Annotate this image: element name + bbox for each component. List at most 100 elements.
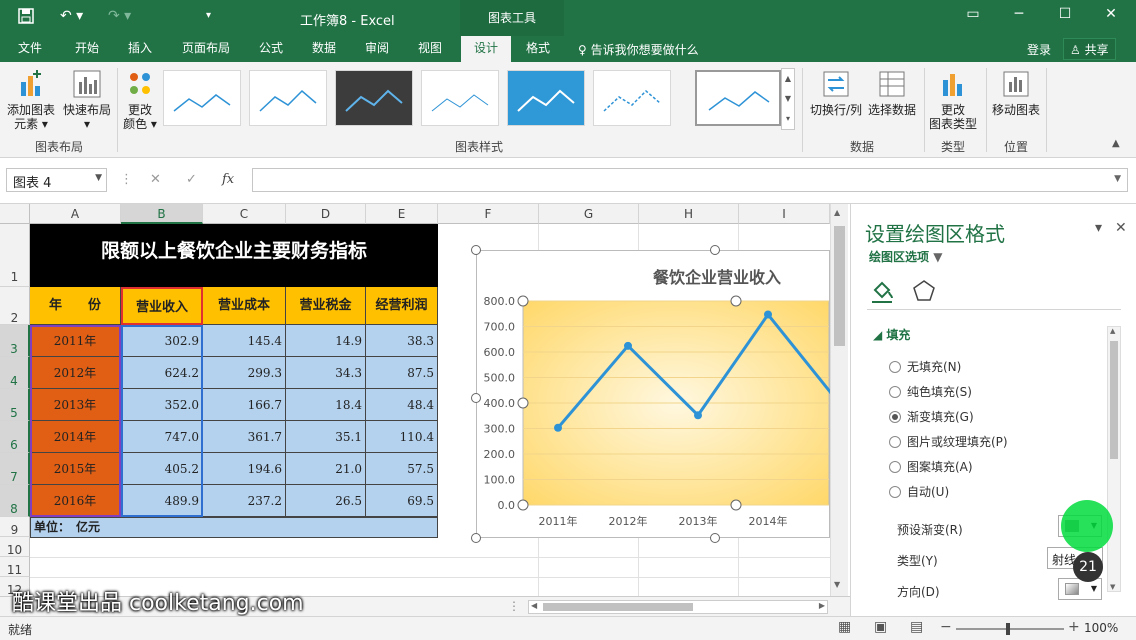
table-cell[interactable]: 69.5 xyxy=(366,485,438,517)
scroll-right-icon[interactable]: ▶ xyxy=(819,601,825,610)
effects-icon[interactable] xyxy=(911,278,937,307)
undo-icon[interactable]: ↶ ▾ xyxy=(60,8,83,24)
radio-button[interactable] xyxy=(889,486,901,498)
table-cell[interactable]: 18.4 xyxy=(286,389,366,421)
radio-solid-fill[interactable]: 纯色填充(S) xyxy=(889,383,972,400)
collapse-ribbon-icon[interactable]: ▲ xyxy=(1112,138,1120,149)
pane-scroll-thumb[interactable] xyxy=(1110,341,1118,459)
table-cell[interactable]: 624.2 xyxy=(121,357,203,389)
expand-formula-icon[interactable]: ▼ xyxy=(1114,174,1121,184)
page-layout-view-icon[interactable]: ▣ xyxy=(874,619,887,635)
radio-no-fill[interactable]: 无填充(N) xyxy=(889,358,961,375)
table-cell[interactable]: 299.3 xyxy=(203,357,286,389)
chart-style-6[interactable] xyxy=(593,70,671,126)
col-header-b[interactable]: B xyxy=(121,204,203,224)
customize-toolbar-icon[interactable]: ▾ xyxy=(206,10,211,21)
table-cell[interactable]: 237.2 xyxy=(203,485,286,517)
change-chart-type-button[interactable]: 更改 图表类型 xyxy=(926,68,980,131)
tab-view[interactable]: 视图 xyxy=(414,36,446,62)
pane-options-icon[interactable]: ▾ xyxy=(1095,220,1102,236)
data-point[interactable] xyxy=(694,411,702,420)
unit-note[interactable]: 单位： 亿元 xyxy=(30,517,438,538)
tab-home[interactable]: 开始 xyxy=(71,36,103,62)
save-icon[interactable] xyxy=(18,8,34,28)
row-header-11[interactable]: 11 xyxy=(0,557,30,577)
chart-resize-handle[interactable] xyxy=(471,393,481,403)
normal-view-icon[interactable]: ▦ xyxy=(838,619,851,635)
table-cell[interactable]: 48.4 xyxy=(366,389,438,421)
data-point[interactable] xyxy=(554,423,562,432)
tab-data[interactable]: 数据 xyxy=(308,36,340,62)
col-header-d[interactable]: D xyxy=(286,204,366,224)
chart-style-5[interactable] xyxy=(507,70,585,126)
change-colors-button[interactable]: 更改 颜色 ▾ xyxy=(120,68,160,131)
enter-icon[interactable]: ✓ xyxy=(186,172,197,187)
page-break-view-icon[interactable]: ▤ xyxy=(910,619,923,635)
row-header-2[interactable]: 2 xyxy=(0,287,30,325)
radio-button[interactable] xyxy=(889,386,901,398)
chart-style-1[interactable] xyxy=(163,70,241,126)
redo-icon[interactable]: ↷ ▾ xyxy=(108,8,131,24)
header-cell-cost[interactable]: 营业成本 xyxy=(203,287,286,325)
row-header-6[interactable]: 6 xyxy=(0,421,30,453)
zoom-slider-thumb[interactable] xyxy=(1006,623,1010,635)
table-cell[interactable]: 302.9 xyxy=(121,325,203,357)
chart-style-4[interactable] xyxy=(421,70,499,126)
chart-resize-handle[interactable] xyxy=(471,533,481,543)
table-cell[interactable]: 747.0 xyxy=(121,421,203,453)
add-chart-element-button[interactable]: 添加图表 元素 ▾ xyxy=(4,68,58,131)
table-cell[interactable]: 2011年 xyxy=(30,325,121,357)
tab-insert[interactable]: 插入 xyxy=(124,36,156,62)
table-cell[interactable]: 2012年 xyxy=(30,357,121,389)
scroll-up-icon[interactable]: ▲ xyxy=(1110,327,1115,335)
formula-input[interactable]: ▼ xyxy=(252,168,1128,192)
fill-line-icon[interactable] xyxy=(869,278,895,307)
ribbon-display-options-icon[interactable]: ▭ xyxy=(958,6,988,22)
row-header-10[interactable]: 10 xyxy=(0,537,30,557)
chart-style-7[interactable] xyxy=(695,70,781,126)
table-cell[interactable]: 26.5 xyxy=(286,485,366,517)
table-cell[interactable]: 87.5 xyxy=(366,357,438,389)
select-all-corner[interactable] xyxy=(0,204,30,224)
col-header-h[interactable]: H xyxy=(639,204,739,224)
table-cell[interactable]: 38.3 xyxy=(366,325,438,357)
col-header-c[interactable]: C xyxy=(203,204,286,224)
tab-format[interactable]: 格式 xyxy=(522,36,554,62)
vertical-scroll-thumb[interactable] xyxy=(834,226,845,346)
radio-button-checked[interactable] xyxy=(889,411,901,423)
data-point[interactable] xyxy=(624,341,632,350)
zoom-level[interactable]: 100% xyxy=(1084,621,1118,635)
scroll-down-icon[interactable]: ▼ xyxy=(834,580,840,589)
table-cell[interactable]: 166.7 xyxy=(203,389,286,421)
minimize-icon[interactable]: ─ xyxy=(1004,6,1034,22)
header-cell-year[interactable]: 年 份 xyxy=(30,287,121,325)
line-chart[interactable]: 0.0 100.0 200.0 300.0 400.0 500.0 600.0 700.0 80… xyxy=(476,250,845,538)
header-cell-tax[interactable]: 营业税金 xyxy=(286,287,366,325)
radio-pattern-fill[interactable]: 图案填充(A) xyxy=(889,458,973,475)
radio-button[interactable] xyxy=(889,461,901,473)
tab-formulas[interactable]: 公式 xyxy=(255,36,287,62)
header-cell-revenue[interactable]: 营业收入 xyxy=(121,287,203,325)
row-header-1[interactable]: 1 xyxy=(0,224,30,287)
tab-review[interactable]: 审阅 xyxy=(361,36,393,62)
scroll-down-icon[interactable]: ▼ xyxy=(1110,583,1115,591)
gradient-direction-dropdown[interactable]: ▼ xyxy=(1058,578,1102,600)
row-header-8[interactable]: 8 xyxy=(0,485,30,517)
table-cell[interactable]: 194.6 xyxy=(203,453,286,485)
row-header-7[interactable]: 7 xyxy=(0,453,30,485)
tab-design[interactable]: 设计 xyxy=(461,36,511,62)
table-cell[interactable]: 489.9 xyxy=(121,485,203,517)
zoom-in-icon[interactable]: + xyxy=(1068,619,1080,635)
col-header-g[interactable]: G xyxy=(539,204,639,224)
horizontal-scroll-thumb[interactable] xyxy=(543,603,693,611)
chart-resize-handle[interactable] xyxy=(471,245,481,255)
col-header-e[interactable]: E xyxy=(366,204,438,224)
data-point[interactable] xyxy=(764,310,772,319)
row-header-5[interactable]: 5 xyxy=(0,389,30,421)
col-header-i[interactable]: I xyxy=(739,204,830,224)
tab-file[interactable]: 文件 xyxy=(14,36,46,62)
scroll-left-icon[interactable]: ◀ xyxy=(531,601,537,610)
chart-style-3[interactable] xyxy=(335,70,413,126)
tab-page-layout[interactable]: 页面布局 xyxy=(178,36,234,62)
horizontal-scrollbar[interactable]: ◀ ▶ xyxy=(528,600,828,614)
